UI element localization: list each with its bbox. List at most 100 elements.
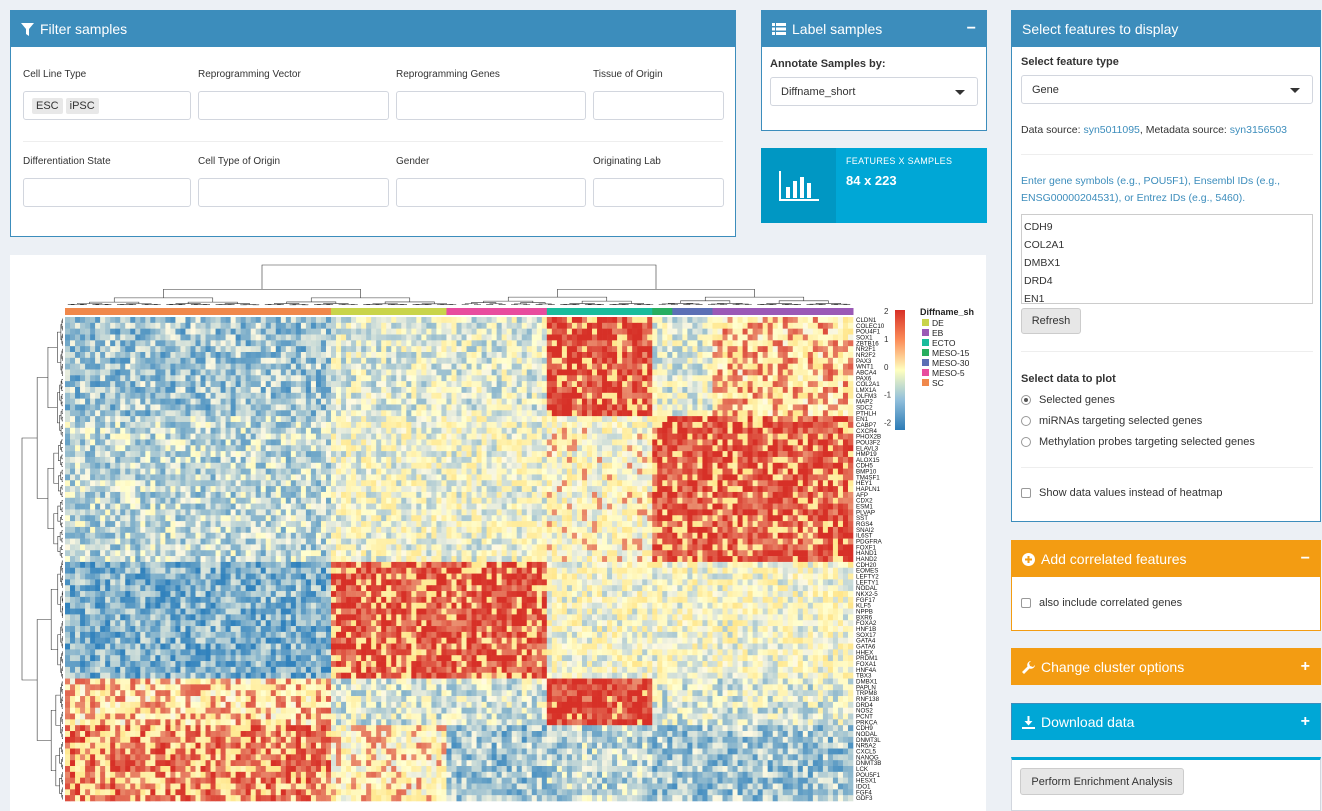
heatmap-cell [391, 386, 397, 394]
heatmap-cell [541, 416, 548, 423]
tissue-of-origin-input[interactable] [593, 91, 724, 120]
heatmap-cell [275, 486, 282, 493]
heatmap-cell [75, 386, 81, 394]
heatmap-cell [265, 328, 272, 335]
heatmap-cell [476, 386, 482, 394]
differentiation-state-input[interactable] [23, 178, 191, 207]
heatmap-cell [717, 421, 723, 429]
annotate-select[interactable]: Diffname_short [770, 77, 978, 106]
heatmap-cell [290, 456, 297, 464]
heatmap-cell [325, 491, 332, 499]
heatmap-cell [632, 427, 638, 434]
chip-esc[interactable]: ESC [32, 97, 63, 114]
heatmap-cell [847, 375, 854, 382]
heatmap-cell [506, 404, 512, 411]
heatmap-cell [536, 322, 543, 329]
heatmap-cell [571, 346, 578, 353]
data-source-link[interactable]: syn5011095 [1083, 124, 1139, 136]
heatmap-cell [145, 322, 151, 329]
heatmap-cell [822, 439, 829, 446]
heatmap-cell [561, 486, 568, 493]
heatmap-cell [597, 351, 603, 359]
cell-line-type-input[interactable]: ESC iPSC [23, 91, 191, 120]
heatmap-cell [280, 456, 287, 464]
heatmap-cell [707, 421, 713, 429]
heatmap-cell [220, 340, 226, 347]
heatmap-cell [225, 334, 231, 341]
cell-type-of-origin-input[interactable] [198, 178, 389, 207]
radio-methylation[interactable]: Methylation probes targeting selected ge… [1021, 436, 1255, 448]
heatmap-cell [421, 486, 427, 493]
gene-textarea[interactable]: CDH9 COL2A1 DMBX1 DRD4 EN1 [1021, 214, 1313, 304]
correlated-checkbox[interactable]: also include correlated genes [1021, 597, 1182, 609]
heatmap-cell [822, 433, 829, 440]
heatmap-cell [491, 357, 497, 364]
feature-type-select[interactable]: Gene [1021, 75, 1313, 104]
heatmap-cell [617, 381, 623, 388]
download-panel[interactable]: Download data + [1011, 703, 1321, 740]
heatmap-cell [240, 421, 246, 429]
expand-button[interactable]: + [1301, 658, 1310, 676]
heatmap-cell [787, 334, 794, 341]
heatmap-cell [501, 322, 507, 329]
heatmap-cell [220, 381, 226, 388]
heatmap-cell [371, 392, 377, 399]
heatmap-cell [637, 474, 643, 481]
reprogramming-vector-input[interactable] [198, 91, 389, 120]
heatmap-cell [451, 351, 457, 359]
reprogramming-genes-input[interactable] [396, 91, 586, 120]
heatmap-cell [436, 480, 442, 487]
heatmap-cell [341, 480, 347, 487]
heatmap-cell [406, 421, 412, 429]
expand-button[interactable]: + [1301, 713, 1310, 731]
heatmap-cell [366, 474, 372, 481]
originating-lab-input[interactable] [593, 178, 724, 207]
heatmap-cell [280, 433, 287, 440]
heatmap-cell [305, 468, 312, 475]
heatmap-cell [431, 317, 437, 324]
chip-ipsc[interactable]: iPSC [65, 97, 99, 114]
heatmap-cell [320, 369, 327, 376]
heatmap-cell [356, 369, 362, 376]
download-header[interactable]: Download data + [1012, 704, 1320, 740]
heatmap-cell [471, 386, 477, 394]
heatmap-cell [637, 334, 643, 341]
heatmap-cell [692, 317, 698, 324]
heatmap-cell [712, 474, 718, 481]
heatmap-cell [536, 404, 543, 411]
enrichment-button[interactable]: Perform Enrichment Analysis [1020, 768, 1184, 795]
heatmap-cell [230, 357, 236, 364]
cluster-options-panel[interactable]: Change cluster options + [1011, 648, 1321, 685]
heatmap-cell [285, 456, 292, 464]
heatmap-cell [396, 445, 402, 452]
heatmap-cell [526, 351, 533, 359]
heatmap-cell [70, 363, 76, 370]
heatmap-cell [712, 486, 718, 493]
heatmap-cell [561, 357, 568, 364]
gene-line: CDH9 [1024, 221, 1053, 233]
show-values-checkbox[interactable]: Show data values instead of heatmap [1021, 487, 1222, 499]
collapse-button[interactable]: − [1301, 550, 1310, 568]
refresh-button[interactable]: Refresh [1021, 308, 1081, 334]
heatmap-cell [240, 351, 246, 359]
heatmap-cell [566, 398, 573, 405]
heatmap-cell [180, 468, 186, 475]
gender-input[interactable] [396, 178, 586, 207]
heatmap-cell [80, 456, 86, 464]
metadata-source-link[interactable]: syn3156503 [1230, 124, 1287, 136]
heatmap-cell [491, 375, 497, 382]
heatmap-cell [100, 357, 106, 364]
radio-selected-genes[interactable]: Selected genes [1021, 394, 1115, 406]
heatmap-cell [165, 468, 171, 475]
heatmap-cell [722, 398, 728, 405]
radio-mirnas[interactable]: miRNAs targeting selected genes [1021, 415, 1202, 427]
heatmap-cell [566, 486, 573, 493]
heatmap-cell [90, 317, 96, 324]
cluster-options-header[interactable]: Change cluster options + [1012, 649, 1320, 685]
collapse-button[interactable]: − [967, 20, 976, 38]
heatmap-cell [677, 375, 683, 382]
heatmap-cell [386, 433, 392, 440]
heatmap-cell [75, 357, 81, 364]
heatmap-cell [255, 386, 262, 394]
heatmap-cell [802, 392, 809, 399]
